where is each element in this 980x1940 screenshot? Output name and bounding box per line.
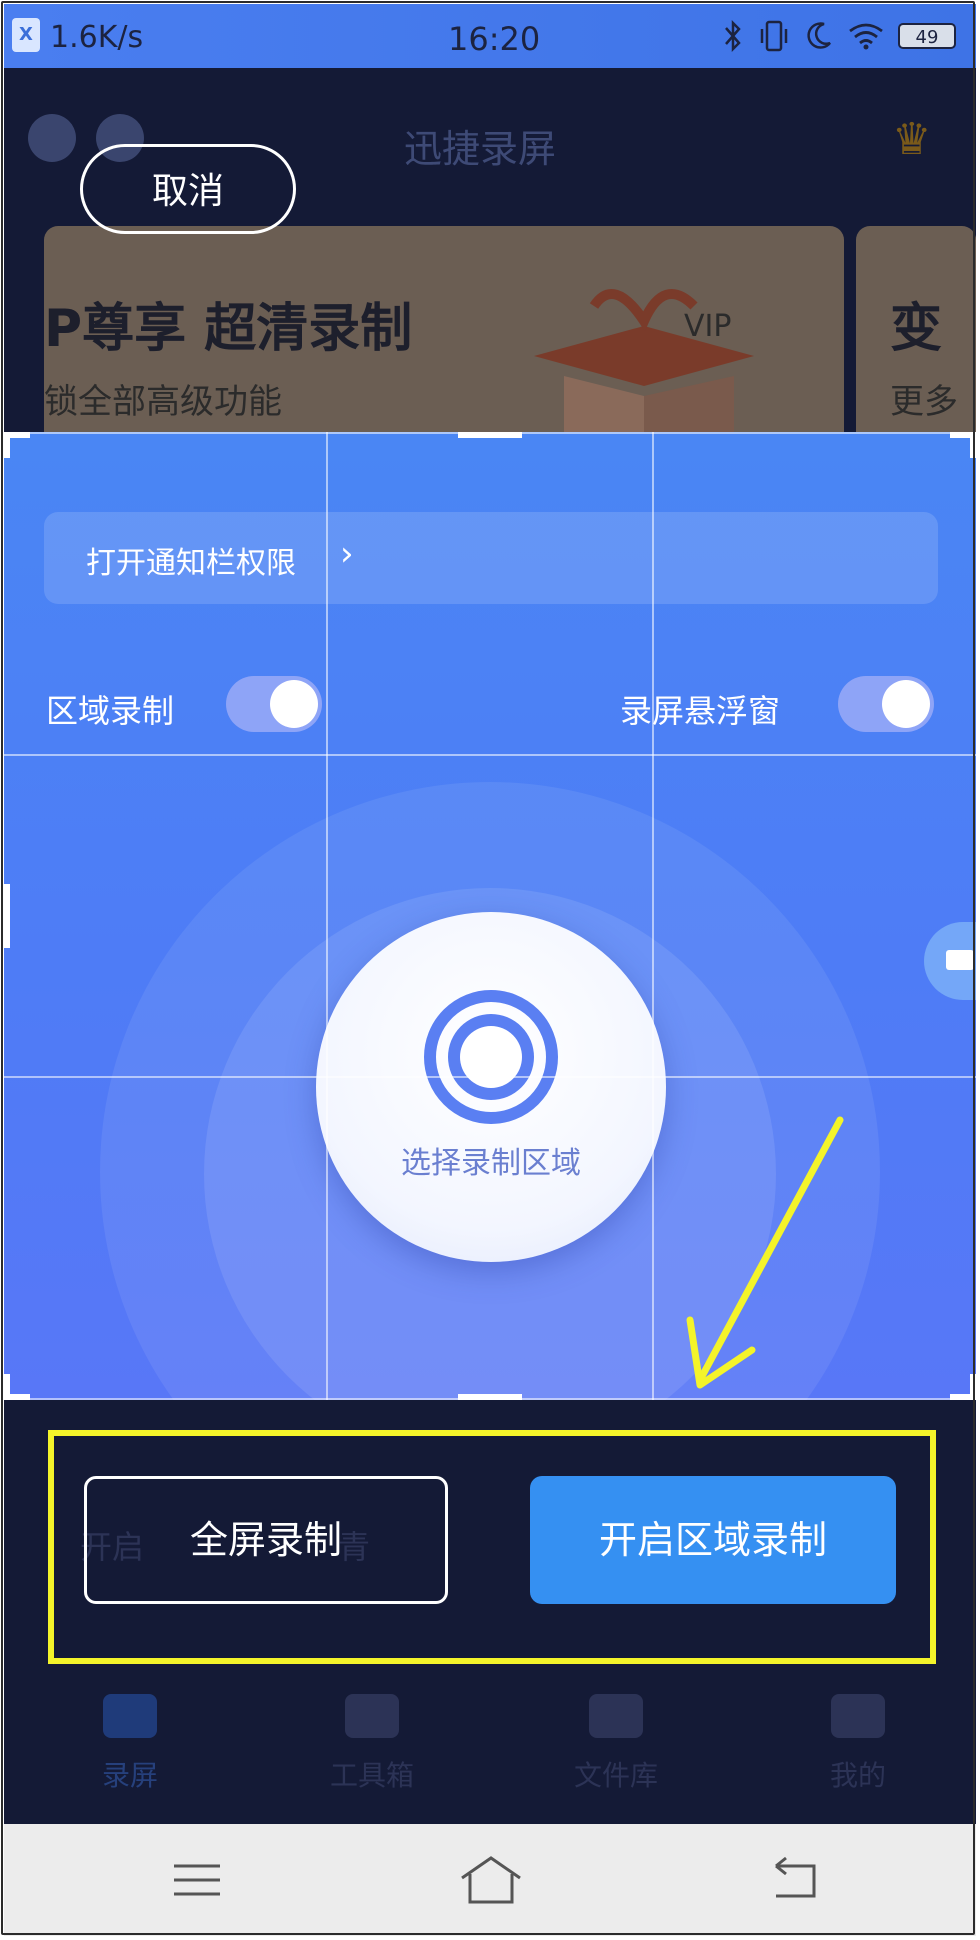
corner-handle-bottom-left-v[interactable]: [4, 1374, 10, 1400]
battery-icon: 49: [898, 23, 956, 49]
app-notification-icon: X: [12, 18, 40, 52]
system-navigation-bar: [4, 1824, 976, 1936]
next-banner-subtitle: 更多: [890, 382, 958, 422]
camera-icon: [946, 950, 974, 970]
menu-icon[interactable]: [162, 1848, 232, 1912]
video-camera-icon: [103, 1694, 157, 1738]
banner-title: P尊享 超清录制: [44, 299, 413, 359]
grid-line-vertical-1: [326, 432, 328, 1400]
cancel-button[interactable]: 取消: [80, 144, 296, 234]
moon-icon: [807, 22, 831, 49]
tab-profile-label: 我的: [829, 1759, 886, 1792]
next-banner-title: 变: [890, 299, 943, 359]
status-bar: X 1.6K/s 16:20 49: [4, 4, 976, 68]
toggle-knob: [882, 680, 930, 728]
phone-screen: X 1.6K/s 16:20 49 迅捷录屏 ♛ P尊享 超清录制 锁全部高级功…: [0, 0, 980, 1940]
notification-permission-bar[interactable]: 打开通知栏权限 ›: [44, 512, 938, 604]
tab-profile[interactable]: 我的: [778, 1694, 938, 1794]
yellow-arrow-annotation: [686, 1116, 844, 1389]
app-title: 迅捷录屏: [404, 127, 557, 171]
tab-toolbox[interactable]: 工具箱: [292, 1694, 452, 1794]
bluetooth-icon: [725, 19, 741, 53]
region-record-toggle[interactable]: [226, 676, 322, 732]
tab-files[interactable]: 文件库: [536, 1694, 696, 1794]
toggle-knob: [270, 680, 318, 728]
network-speed: 1.6K/s: [50, 20, 144, 55]
toolbox-icon: [345, 1694, 399, 1738]
select-region-label: 选择录制区域: [401, 1146, 581, 1181]
corner-handle-bottom-right-v[interactable]: [970, 1374, 976, 1400]
clock: 16:20: [448, 20, 541, 58]
tab-record[interactable]: 录屏: [50, 1694, 210, 1794]
folder-icon: [589, 1694, 643, 1738]
corner-handle-top-right-v[interactable]: [970, 432, 976, 458]
edge-handle-left[interactable]: [4, 884, 10, 948]
floating-camera-button[interactable]: [924, 922, 976, 1000]
svg-text:VIP: VIP: [684, 309, 731, 344]
profile-icon: [831, 1694, 885, 1738]
tab-record-label: 录屏: [101, 1759, 158, 1792]
vip-crown-icon: ♛: [892, 114, 932, 165]
float-window-toggle[interactable]: [838, 676, 934, 732]
chevron-right-icon: ›: [340, 534, 354, 574]
notification-permission-label: 打开通知栏权限: [86, 546, 296, 581]
float-window-label: 录屏悬浮窗: [620, 692, 781, 730]
grid-line-horizontal-2: [4, 1076, 976, 1078]
bottom-tab-bar: 录屏 工具箱 文件库 我的: [4, 1670, 976, 1824]
full-screen-record-button[interactable]: 全屏录制: [84, 1476, 448, 1604]
tab-toolbox-label: 工具箱: [329, 1759, 414, 1792]
support-icon: [28, 114, 76, 162]
back-icon[interactable]: [760, 1848, 830, 1912]
edge-handle-top[interactable]: [458, 432, 522, 438]
record-dot-center: [460, 1026, 522, 1088]
home-icon[interactable]: [456, 1848, 526, 1912]
grid-line-horizontal-1: [4, 754, 976, 756]
wifi-icon: [849, 23, 883, 50]
grid-line-vertical-2: [652, 432, 654, 1400]
select-region-button[interactable]: 选择录制区域: [316, 912, 666, 1262]
corner-handle-top-left-v[interactable]: [4, 432, 10, 458]
system-icons: 49: [722, 18, 956, 54]
tab-files-label: 文件库: [573, 1759, 658, 1792]
start-region-record-button[interactable]: 开启区域录制: [530, 1476, 896, 1604]
vibrate-icon: [760, 20, 788, 52]
banner-subtitle: 锁全部高级功能: [44, 382, 282, 422]
region-record-label: 区域录制: [46, 692, 175, 730]
